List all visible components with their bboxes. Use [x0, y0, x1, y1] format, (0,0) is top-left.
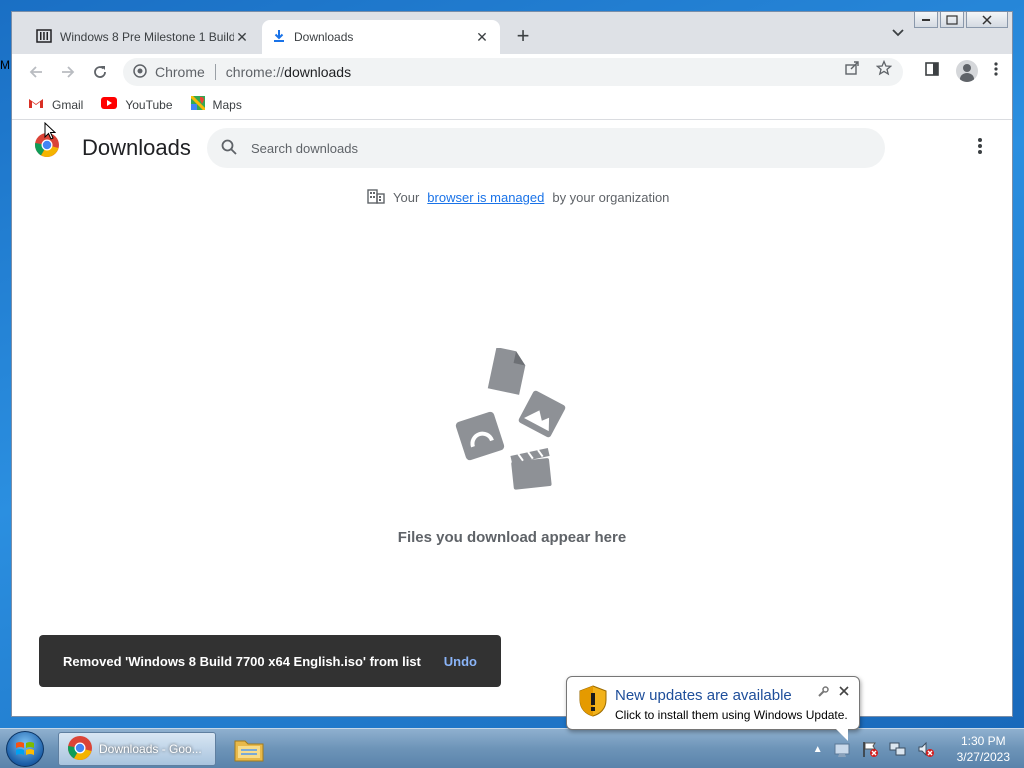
- folder-icon: [234, 740, 264, 762]
- notification-tail: [836, 729, 848, 741]
- clock-date: 3/27/2023: [956, 750, 1010, 764]
- back-button[interactable]: [20, 58, 52, 86]
- network-icon[interactable]: [889, 740, 907, 758]
- downloads-menu-button[interactable]: [978, 138, 982, 156]
- url-text: chrome://downloads: [226, 64, 351, 80]
- tab-windows8[interactable]: Windows 8 Pre Milestone 1 Build ✕: [26, 20, 260, 54]
- mouse-cursor-icon: [44, 121, 57, 145]
- address-bar[interactable]: Chrome chrome://downloads: [123, 58, 903, 86]
- reload-button[interactable]: [84, 58, 116, 86]
- video-icon: [510, 448, 552, 490]
- tab-title: Windows 8 Pre Milestone 1 Build: [60, 30, 234, 44]
- volume-muted-icon[interactable]: [917, 740, 935, 758]
- window-controls: [914, 12, 1008, 28]
- youtube-icon: [101, 97, 118, 112]
- clock[interactable]: 1:30 PM 3/27/2023: [957, 733, 1010, 765]
- chrome-logo-icon: [133, 63, 147, 81]
- bookmark-gmail[interactable]: Gmail: [28, 97, 83, 112]
- side-panel-icon[interactable]: [924, 61, 940, 82]
- gmail-icon: [28, 97, 44, 112]
- forward-button[interactable]: [52, 58, 84, 86]
- chevron-down-icon[interactable]: [892, 26, 904, 40]
- taskbar: Downloads - Goo... ▲ 1:30 PM 3/27/2023: [0, 728, 1024, 768]
- tab-title: Downloads: [294, 30, 354, 44]
- notification-text: Click to install them using Windows Upda…: [615, 708, 848, 722]
- taskbar-chrome-label: Downloads - Goo...: [99, 742, 202, 756]
- site-chip: Chrome: [155, 64, 216, 80]
- managed-notice: Your browser is managed by your organiza…: [367, 188, 669, 207]
- managed-prefix: Your: [393, 190, 420, 205]
- audio-icon: [455, 411, 505, 461]
- browser-toolbar: Chrome chrome://downloads: [12, 54, 1012, 90]
- bookmark-star-icon[interactable]: [875, 59, 893, 80]
- forward-arrow-icon: [62, 66, 75, 78]
- windows-update-tray-icon[interactable]: [833, 740, 851, 758]
- search-placeholder: Search downloads: [251, 140, 358, 156]
- page-title: Downloads: [82, 134, 191, 160]
- search-icon: [221, 139, 237, 158]
- minimize-button[interactable]: [914, 12, 938, 28]
- bookmark-label: Maps: [212, 97, 242, 112]
- downloads-page: Downloads Search downloads Your browser …: [12, 120, 1012, 716]
- close-notification-button[interactable]: [839, 684, 849, 699]
- wrench-icon[interactable]: [817, 686, 829, 701]
- action-center-flag-icon[interactable]: [861, 740, 879, 758]
- download-icon: [272, 29, 286, 46]
- desktop-edge-text: M: [0, 58, 10, 72]
- close-window-button[interactable]: [966, 12, 1008, 28]
- close-tab-icon[interactable]: ✕: [474, 29, 490, 46]
- taskbar-explorer-button[interactable]: [226, 732, 272, 766]
- empty-downloads-illustration: [450, 347, 580, 498]
- chrome-logo-icon: [67, 735, 93, 764]
- taskbar-chrome-button[interactable]: Downloads - Goo...: [58, 732, 216, 766]
- bookmark-label: YouTube: [125, 97, 173, 112]
- profile-avatar[interactable]: [956, 60, 978, 82]
- share-icon[interactable]: [844, 60, 860, 80]
- toolbar-right: [924, 60, 998, 82]
- omnibox-actions: [844, 59, 893, 80]
- bookmark-youtube[interactable]: YouTube: [101, 97, 173, 112]
- undo-button[interactable]: Undo: [444, 654, 477, 669]
- new-tab-button[interactable]: +: [512, 23, 534, 49]
- image-icon: [518, 390, 566, 438]
- show-hidden-icons-button[interactable]: ▲: [813, 744, 823, 755]
- managed-link[interactable]: browser is managed: [427, 190, 544, 205]
- chrome-window: Windows 8 Pre Milestone 1 Build ✕ Downlo…: [11, 11, 1013, 717]
- back-arrow-icon: [29, 66, 42, 78]
- bookmark-label: Gmail: [52, 97, 84, 112]
- url-path: downloads: [284, 64, 352, 80]
- page-header: Downloads: [34, 132, 191, 163]
- removed-toast: Removed 'Windows 8 Build 7700 x64 Englis…: [39, 635, 501, 687]
- managed-suffix: by your organization: [552, 190, 670, 205]
- clock-time: 1:30 PM: [960, 734, 1006, 748]
- url-scheme: chrome://: [225, 64, 285, 80]
- bookmarks-bar: Gmail YouTube Maps: [12, 90, 1012, 120]
- notification-title: New updates are available: [615, 687, 792, 704]
- close-tab-icon[interactable]: ✕: [234, 29, 250, 46]
- maps-icon: [189, 94, 206, 113]
- start-button[interactable]: [6, 731, 44, 767]
- windows-update-notification[interactable]: New updates are available Click to insta…: [566, 676, 860, 730]
- maximize-button[interactable]: [940, 12, 964, 28]
- archive-icon: [36, 28, 52, 47]
- warning-shield-icon: [579, 685, 607, 722]
- tab-strip: Windows 8 Pre Milestone 1 Build ✕ Downlo…: [12, 12, 1012, 54]
- empty-state-text: Files you download appear here: [397, 529, 627, 546]
- building-icon: [367, 188, 385, 207]
- tab-downloads[interactable]: Downloads ✕: [262, 20, 500, 54]
- file-icon: [487, 347, 526, 395]
- search-downloads-input[interactable]: Search downloads: [207, 128, 885, 168]
- menu-kebab-icon[interactable]: [994, 61, 998, 82]
- windows-logo-icon: [16, 742, 34, 755]
- toast-message: Removed 'Windows 8 Build 7700 x64 Englis…: [63, 653, 421, 669]
- reload-icon: [94, 66, 106, 78]
- bookmark-maps[interactable]: Maps: [189, 94, 242, 113]
